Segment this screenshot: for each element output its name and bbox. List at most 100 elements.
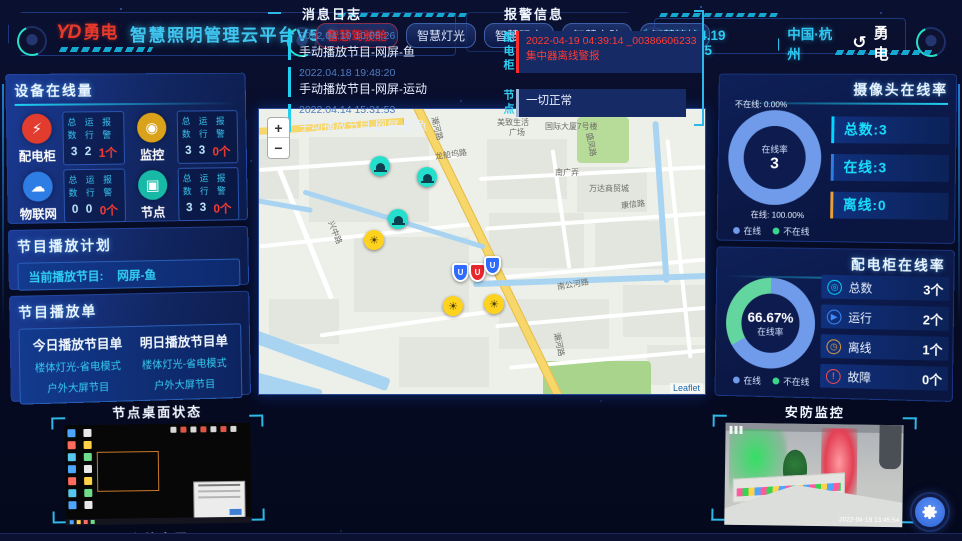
legend-dot-offline [773, 228, 780, 235]
alarm-group-node: 节点 一切正常 [500, 89, 706, 117]
playlist-tomorrow: 明日播放节目单 楼体灯光-省电模式 户外大屏节目 [131, 330, 238, 400]
cabinet-row-total: ◎ 总数 3个 [821, 275, 949, 301]
camera-donut: 在线率 3 [728, 110, 822, 205]
camera-rate-panel: 摄像头在线率 不在线: 0.00% 在线率 3 在线: 100.00% 在线 不… [717, 74, 958, 244]
user-name[interactable]: 勇电 [874, 22, 904, 64]
legend-dot-online [733, 227, 740, 234]
leaflet-attribution[interactable]: Leaflet [670, 383, 703, 393]
map-canal [258, 198, 313, 213]
alarm-info-title: 报警信息 [504, 4, 706, 23]
header: YD 勇电 智慧照明管理云平台V5.0 智慧驾驶舱 智慧灯光 智慧强电 智慧安防… [0, 0, 962, 64]
alarm-group-label: 配电柜 [500, 31, 516, 73]
device-online-panel: 设备在线量 ⚡ 配电柜 总数运行报警 321个 ◉ 监控 总数运行报警 [5, 73, 248, 224]
playlist-today-heading[interactable]: 今日播放节目单 [24, 333, 132, 355]
alarm-group-label: 节点 [500, 89, 516, 117]
donut-center-value: 66.67% [747, 308, 793, 325]
camera-stat-online: 在线:3 [831, 154, 950, 182]
gear-icon [921, 503, 939, 521]
play-plan-panel: 节目播放计划 当前播放节目: 网屏-鱼 [8, 226, 249, 290]
legend-dot-online [733, 376, 740, 383]
camera-stat-offline: 离线:0 [830, 192, 949, 220]
running-icon: ▶ [827, 309, 842, 324]
camera-legend: 在线 不在线 [733, 224, 810, 238]
cabinet-donut: 66.67% 在线率 [725, 277, 815, 370]
brand-logo: YD 勇电 [56, 18, 117, 44]
map-marker-monitor[interactable] [417, 167, 437, 187]
security-camera-feed[interactable]: 2022-04-19 13:45:54 [724, 423, 903, 527]
camera-timestamp: 2022-04-19 13:45:54 [839, 516, 899, 524]
bottom-strip [0, 533, 962, 541]
corner-bracket [251, 509, 265, 521]
map-zoom-control: + − [267, 117, 290, 159]
playlist-item: 户外大屏节目 [132, 376, 238, 394]
security-monitor-title: 安防监控 [713, 401, 917, 423]
map-marker-monitor[interactable] [388, 209, 408, 229]
device-card-cabinet: ⚡ 配电柜 总数运行报警 321个 [15, 111, 125, 166]
zoom-in-button[interactable]: + [268, 118, 289, 138]
divider [15, 102, 238, 106]
cabinet-rate-title: 配电柜在线率 [725, 252, 946, 275]
playlist-title: 节目播放单 [18, 298, 241, 323]
desktop-taskbar [66, 517, 252, 526]
map-block [269, 299, 339, 344]
map-street-label: 国际大厦7号楼 [545, 121, 597, 132]
playlist-today: 今日播放节目单 楼体灯光-省电模式 户外大屏节目 [24, 333, 132, 404]
log-entry: 2022.04.19 10:05:26 手动播放节目-网屏-鱼 [288, 30, 480, 60]
online-pct-label: 在线: 100.00% [751, 209, 805, 222]
total-icon: ◎ [827, 279, 842, 294]
playlist-item: 楼体灯光-省电模式 [131, 355, 237, 373]
cabinet-row-fault: ! 故障 0个 [820, 364, 948, 391]
dash-decoration [59, 47, 154, 52]
playlist-box: 今日播放节目单 楼体灯光-省电模式 户外大屏节目 明日播放节目单 楼体灯光-省电… [19, 323, 243, 404]
device-grid: ⚡ 配电柜 总数运行报警 321个 ◉ 监控 总数运行报警 330个 [15, 110, 240, 224]
camera-stats: 总数:3 在线:3 离线:0 [830, 116, 950, 231]
offline-icon: ◷ [826, 339, 841, 354]
map-street-label: 南广弄 [555, 167, 579, 178]
selection-rectangle [97, 451, 160, 492]
node-desktop-group: 节点桌面状态 户外大屏 [51, 401, 265, 541]
cabinet-legend: 在线 不在线 [733, 374, 810, 389]
settings-gear-button[interactable] [912, 494, 948, 530]
message-log-panel: 消息日志 2022.04.19 10:05:26 手动播放节目-网屏-鱼 202… [268, 0, 480, 132]
alarm-message-box: 2022-04-19 04:39:14 _00386606233 集中器离线警报 [516, 31, 704, 73]
left-column: 设备在线量 ⚡ 配电柜 总数运行报警 321个 ◉ 监控 总数运行报警 [5, 73, 251, 402]
donut-center-label: 在线率 [762, 142, 788, 155]
map-river [258, 369, 323, 395]
current-program-label: 当前播放节目: [28, 267, 103, 285]
camera-brand-logo [730, 426, 744, 434]
playlist-item: 户外大屏节目 [24, 379, 132, 397]
camera-icon: ◉ [137, 112, 167, 142]
map-marker-light[interactable]: ☀ [364, 230, 384, 250]
current-program-row: 当前播放节目: 网屏-鱼 [17, 258, 240, 290]
map-block [399, 337, 489, 387]
map-road [320, 308, 499, 337]
logo-yd-icon: YD [56, 22, 80, 44]
donut-center-label: 在线率 [757, 324, 783, 337]
alarm-info-panel: 报警信息 配电柜 2022-04-19 04:39:14 _0038660623… [486, 0, 706, 132]
map-marker-monitor[interactable] [370, 156, 390, 176]
iot-icon: ☁ [23, 171, 53, 201]
map-marker-light[interactable]: ☀ [443, 296, 463, 316]
logo-name: 勇电 [83, 18, 117, 43]
offline-pct-label: 不在线: 0.00% [735, 98, 788, 110]
current-program-value: 网屏-鱼 [117, 266, 156, 284]
location: 中国·杭州 [787, 23, 839, 63]
desktop-screenshot[interactable] [64, 423, 251, 526]
zoom-out-button[interactable]: − [268, 138, 289, 158]
map-panel[interactable]: 潮河路龙船坞路美致生活广场国际大厦7号楼盛凤路南广弄万达商贸城康信路南公河路兴中… [258, 108, 706, 395]
playlist-item: 楼体灯光-省电模式 [24, 358, 132, 376]
back-icon[interactable]: ↺ [852, 33, 866, 53]
map-marker-light[interactable]: ☀ [484, 294, 504, 314]
node-desktop-title: 节点桌面状态 [51, 401, 263, 423]
desktop-dialog [193, 481, 246, 520]
corner-bracket [903, 417, 917, 429]
playlist-panel: 节目播放单 今日播放节目单 楼体灯光-省电模式 户外大屏节目 明日播放节目单 楼… [9, 291, 251, 402]
power-cabinet-icon: ⚡ [22, 113, 52, 143]
log-entry: 2022.04.18 19:48:20 手动播放节目-网屏-运动 [288, 67, 480, 97]
right-column: 摄像头在线率 不在线: 0.00% 在线率 3 在线: 100.00% 在线 不… [715, 74, 958, 402]
separator: | [777, 36, 780, 51]
playlist-tomorrow-heading[interactable]: 明日播放节目单 [131, 330, 237, 351]
desktop-icons [67, 429, 94, 509]
knob-decoration [17, 26, 47, 56]
message-log-title: 消息日志 [302, 4, 480, 23]
